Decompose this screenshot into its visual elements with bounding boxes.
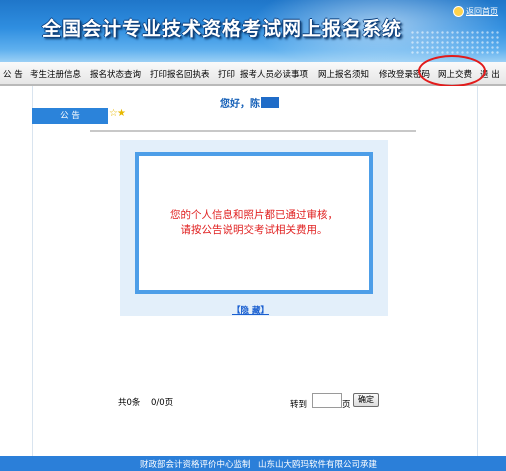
page-indicator: 0/0页 — [151, 398, 174, 408]
user-greeting: 您好，陈 — [220, 95, 279, 110]
redacted-name — [261, 97, 279, 108]
notice-box: 您的个人信息和照片都已通过审核，请按公告说明交考试相关费用。 — [135, 152, 373, 294]
goto-label: 转到 — [290, 400, 308, 410]
notice-tab: 公 告 — [32, 108, 108, 124]
home-icon — [453, 6, 464, 17]
footer-supervisor: 财政部会计资格评价中心监制 — [140, 460, 251, 470]
nav-item-announcement[interactable]: 公 告 — [3, 68, 23, 80]
nav-item-print[interactable]: 打印 — [218, 68, 235, 80]
divider — [90, 130, 416, 132]
banner-dots-decoration — [410, 30, 500, 56]
record-count: 共0条 — [118, 398, 141, 408]
home-link-label: 返回首页 — [466, 7, 498, 16]
nav-item-required-reading[interactable]: 报考人员必读事项 — [240, 68, 308, 80]
page-suffix-label: 页 — [342, 400, 351, 410]
system-title: 全国会计专业技术资格考试网上报名系统 — [42, 18, 403, 40]
header-banner: 全国会计专业技术资格考试网上报名系统 返回首页 — [0, 0, 506, 62]
star-icon: ☆★ — [109, 108, 126, 119]
notice-message: 您的个人信息和照片都已通过审核，请按公告说明交考试相关费用。 — [170, 209, 338, 236]
confirm-button[interactable]: 确定 — [353, 393, 379, 407]
goto-page-input[interactable] — [312, 393, 342, 408]
greeting-text: 您好，陈 — [220, 99, 260, 110]
hide-notice-link[interactable]: 【隐 藏】 — [232, 304, 269, 316]
payment-highlight-circle — [418, 55, 486, 87]
nav-item-print-receipt[interactable]: 打印报名回执表 — [150, 68, 210, 80]
nav-item-registration-info[interactable]: 考生注册信息 — [30, 68, 81, 80]
home-link[interactable]: 返回首页 — [453, 6, 498, 17]
nav-item-registration-notes[interactable]: 网上报名须知 — [318, 68, 369, 80]
footer-bar: 财政部会计资格评价中心监制 山东山大鸥玛软件有限公司承建 — [0, 456, 506, 471]
nav-item-status-query[interactable]: 报名状态查询 — [90, 68, 141, 80]
footer-developer: 山东山大鸥玛软件有限公司承建 — [258, 460, 378, 470]
